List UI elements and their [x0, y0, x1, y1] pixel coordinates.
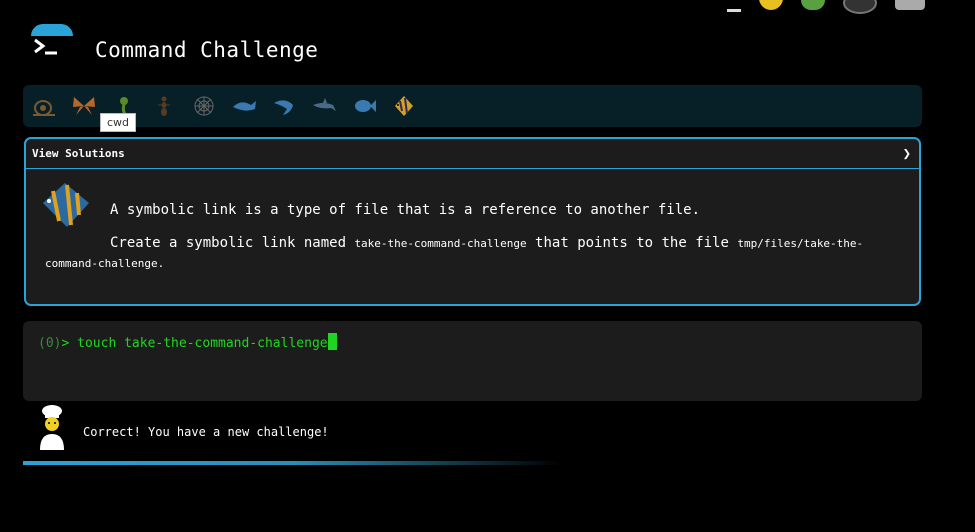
- menu-icon[interactable]: [895, 0, 925, 10]
- chef-icon: [36, 404, 68, 450]
- dolphin-icon[interactable]: [311, 93, 337, 119]
- spider-web-icon[interactable]: [191, 93, 217, 119]
- challenge-task: Create a symbolic link named take-the-co…: [110, 235, 863, 251]
- terminal-input-line[interactable]: (0)> touch take-the-command-challenge: [38, 333, 337, 351]
- page-title: Command Challenge: [95, 38, 319, 62]
- prompt-status: (0): [38, 336, 62, 351]
- ant-icon[interactable]: [151, 93, 177, 119]
- challenge-task-continued: command-challenge.: [45, 257, 164, 270]
- feedback-message: Correct! You have a new challenge!: [83, 425, 329, 439]
- trophy-icon[interactable]: [759, 0, 783, 10]
- terminal-command[interactable]: touch take-the-command-challenge: [77, 336, 327, 351]
- chevron-right-icon: ❯: [902, 145, 911, 162]
- logo-dome: [31, 24, 73, 36]
- terminal-cursor: [327, 333, 337, 350]
- avatar[interactable]: [843, 0, 877, 14]
- prompt-arrow: >: [61, 336, 78, 351]
- progress-bar: [23, 461, 563, 465]
- task-middle: that points to the file: [526, 235, 738, 251]
- angelfish-icon: [39, 181, 93, 229]
- challenge-description: A symbolic link is a type of file that i…: [110, 202, 701, 218]
- view-solutions-toggle[interactable]: View Solutions ❯: [26, 139, 919, 169]
- task-prefix: Create a symbolic link named: [110, 235, 355, 251]
- top-toolbar: [727, 0, 925, 14]
- terminal[interactable]: (0)> touch take-the-command-challenge: [23, 321, 922, 401]
- angelfish-icon[interactable]: [391, 93, 417, 119]
- terminal-prompt-icon: [31, 36, 73, 66]
- leaf-icon[interactable]: [801, 0, 825, 10]
- target-path-part2: command-challenge: [45, 257, 158, 270]
- challenge-panel: View Solutions ❯ A symbolic link is a ty…: [24, 137, 921, 306]
- level-tooltip: cwd: [100, 113, 137, 132]
- view-solutions-label: View Solutions: [32, 147, 125, 160]
- link-name: take-the-command-challenge: [354, 237, 527, 250]
- app-logo[interactable]: [31, 24, 73, 66]
- task-end: .: [157, 257, 165, 270]
- sort-icon[interactable]: [727, 0, 741, 12]
- fish-icon[interactable]: [351, 93, 377, 119]
- snail-icon[interactable]: [31, 93, 57, 119]
- whale-icon[interactable]: [231, 93, 257, 119]
- shark-icon[interactable]: [271, 93, 297, 119]
- target-path-part1: tmp/files/take-the-: [737, 237, 864, 250]
- butterfly-icon[interactable]: [71, 93, 97, 119]
- level-bar: [23, 85, 922, 127]
